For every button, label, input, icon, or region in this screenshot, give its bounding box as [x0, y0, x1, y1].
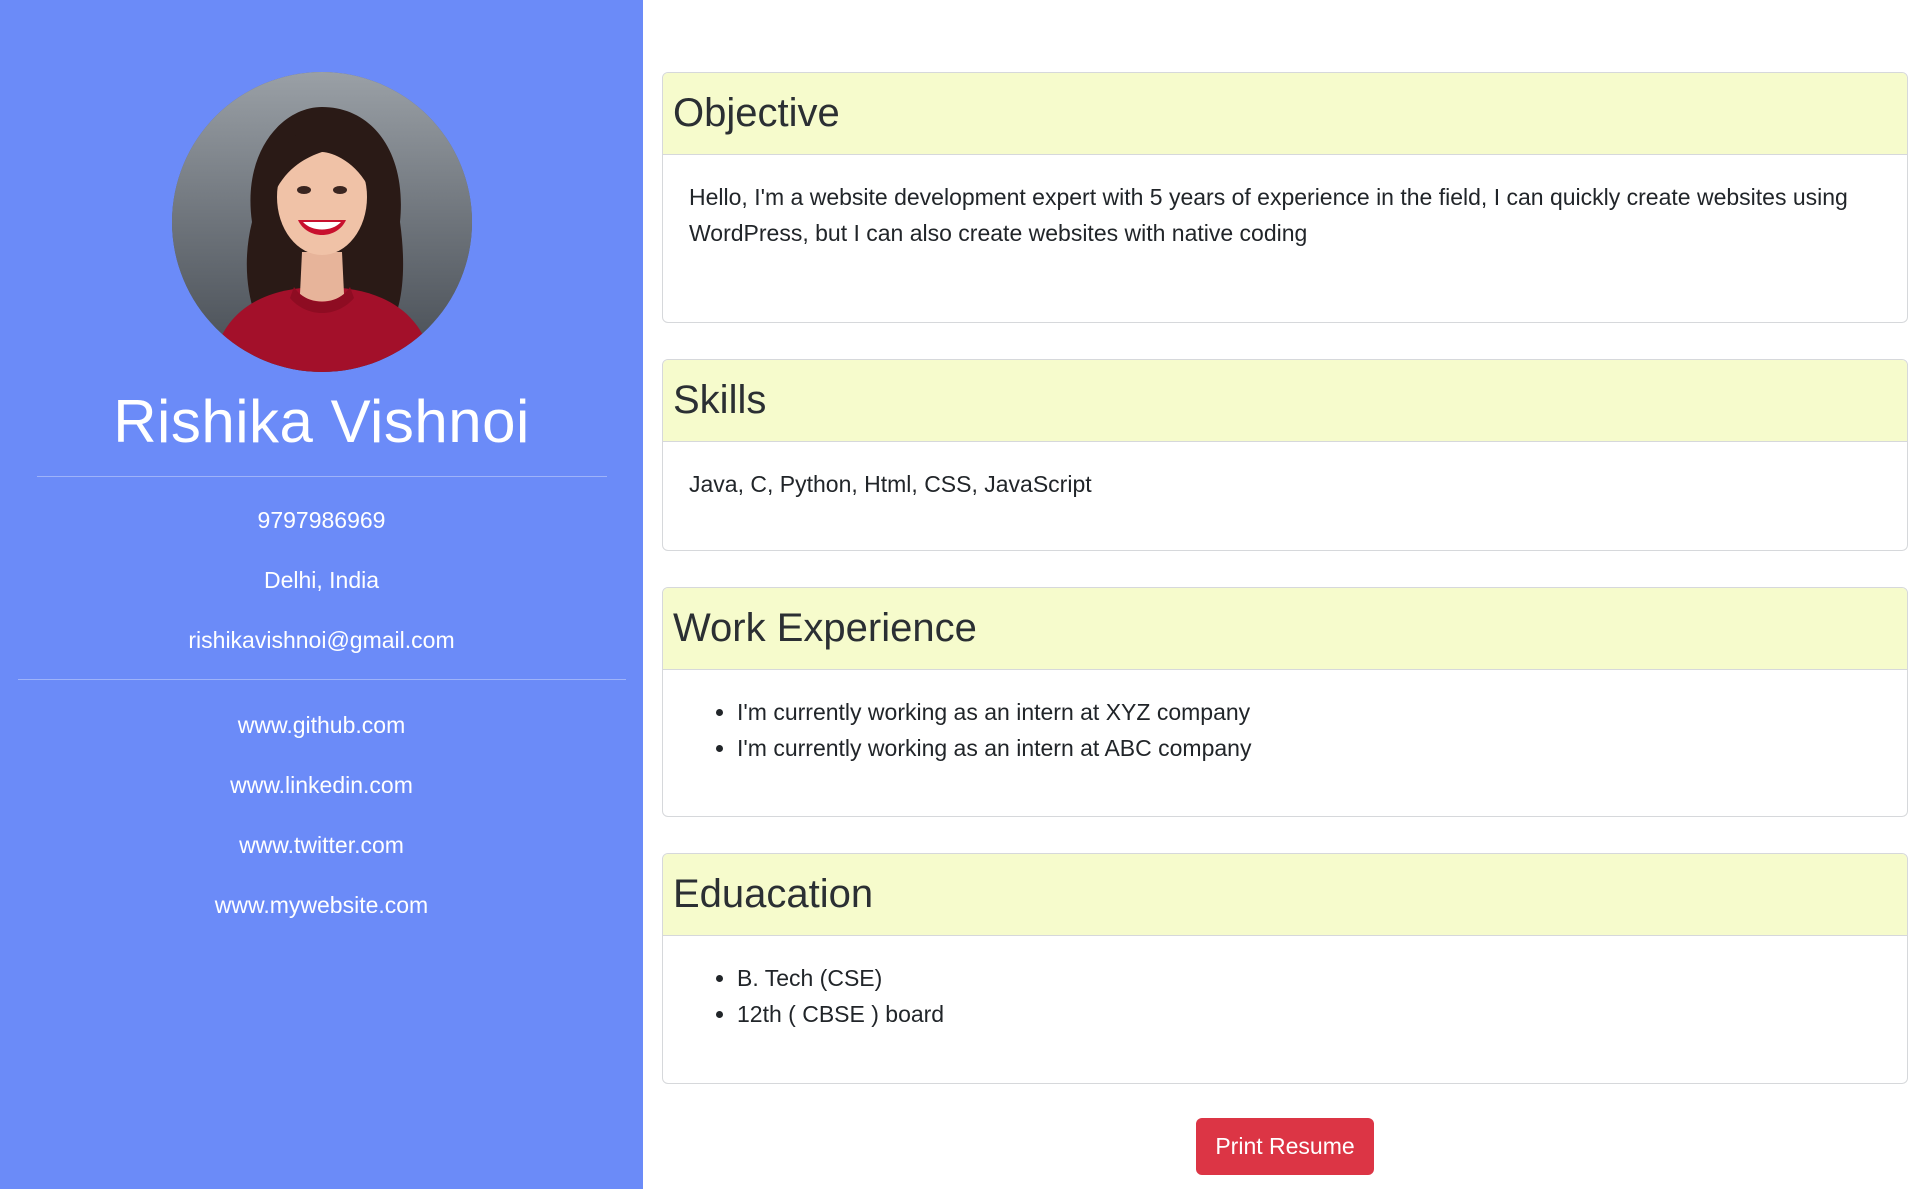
- website-link[interactable]: www.mywebsite.com: [215, 892, 428, 918]
- education-item: 12th ( CBSE ) board: [737, 996, 1881, 1032]
- skills-card: Skills Java, C, Python, Html, CSS, JavaS…: [662, 359, 1908, 551]
- skills-body: Java, C, Python, Html, CSS, JavaScript: [663, 442, 1907, 550]
- link-item-github: www.github.com: [0, 710, 643, 740]
- education-item: B. Tech (CSE): [737, 960, 1881, 996]
- profile-name: Rishika Vishnoi: [113, 388, 530, 455]
- print-resume-button[interactable]: Print Resume: [1196, 1118, 1374, 1175]
- profile-avatar: [171, 72, 472, 372]
- skills-text: Java, C, Python, Html, CSS, JavaScript: [689, 471, 1092, 497]
- work-experience-item: I'm currently working as an intern at AB…: [737, 730, 1881, 766]
- linkedin-link[interactable]: www.linkedin.com: [230, 772, 413, 798]
- resume-page: Rishika Vishnoi 9797986969 Delhi, India …: [0, 0, 1920, 1189]
- contact-email: rishikavishnoi@gmail.com: [188, 627, 455, 653]
- link-item-twitter: www.twitter.com: [0, 830, 643, 860]
- link-item-linkedin: www.linkedin.com: [0, 770, 643, 800]
- education-list: B. Tech (CSE) 12th ( CBSE ) board: [689, 960, 1881, 1032]
- github-link[interactable]: www.github.com: [238, 712, 405, 738]
- education-body: B. Tech (CSE) 12th ( CBSE ) board: [663, 936, 1907, 1083]
- work-experience-card: Work Experience I'm currently working as…: [662, 587, 1908, 817]
- link-item-website: www.mywebsite.com: [0, 890, 643, 920]
- contact-phone: 9797986969: [257, 507, 386, 533]
- objective-text: Hello, I'm a website development expert …: [689, 184, 1848, 246]
- objective-heading: Objective: [663, 73, 1907, 155]
- profile-sidebar: Rishika Vishnoi 9797986969 Delhi, India …: [0, 0, 643, 1189]
- education-card: Eduacation B. Tech (CSE) 12th ( CBSE ) b…: [662, 853, 1908, 1084]
- contact-list: 9797986969 Delhi, India rishikavishnoi@g…: [0, 477, 643, 655]
- resume-main-content: Objective Hello, I'm a website developme…: [643, 0, 1920, 1189]
- objective-card: Objective Hello, I'm a website developme…: [662, 72, 1908, 323]
- objective-body: Hello, I'm a website development expert …: [663, 155, 1907, 322]
- work-experience-body: I'm currently working as an intern at XY…: [663, 670, 1907, 816]
- twitter-link[interactable]: www.twitter.com: [239, 832, 404, 858]
- social-links-list: www.github.com www.linkedin.com www.twit…: [0, 680, 643, 920]
- education-heading: Eduacation: [663, 854, 1907, 936]
- work-experience-list: I'm currently working as an intern at XY…: [689, 694, 1881, 766]
- resume-actions: Print Resume: [662, 1118, 1908, 1175]
- work-experience-heading: Work Experience: [663, 588, 1907, 670]
- avatar-portrait-image: [171, 72, 472, 372]
- skills-heading: Skills: [663, 360, 1907, 442]
- contact-location: Delhi, India: [263, 567, 380, 593]
- work-experience-item: I'm currently working as an intern at XY…: [737, 694, 1881, 730]
